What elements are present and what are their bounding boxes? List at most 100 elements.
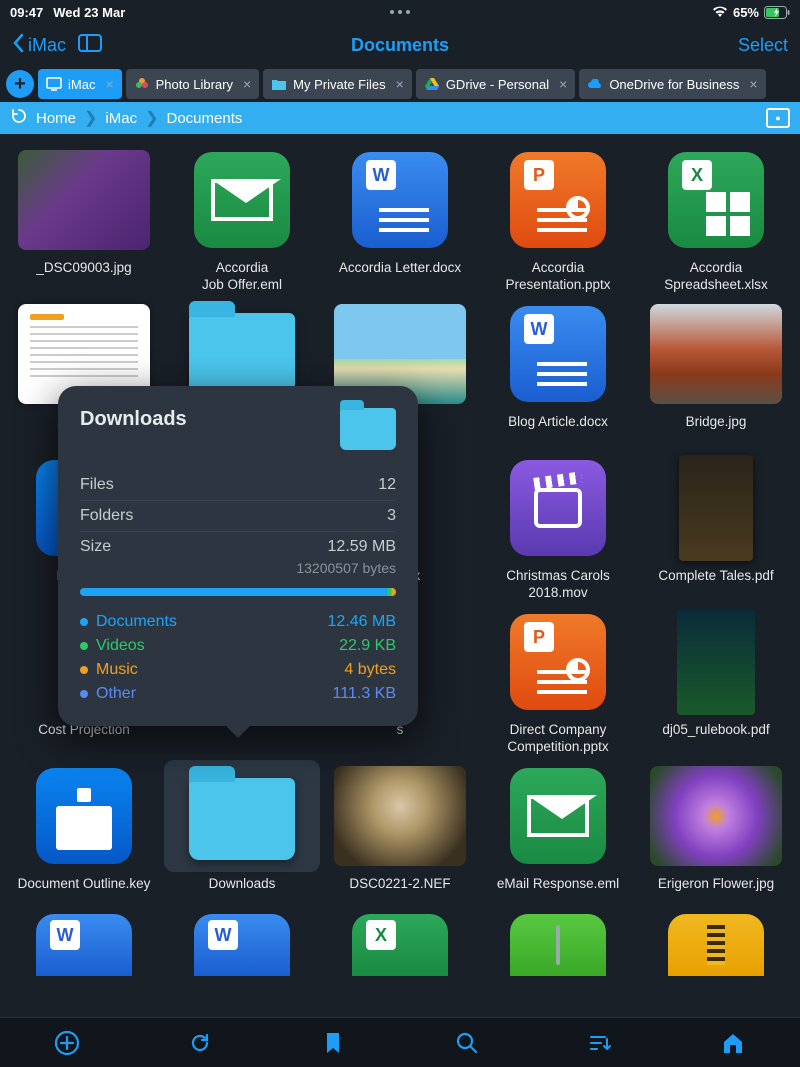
popover-bytes: 13200507 bytes [80, 560, 396, 576]
back-button[interactable]: iMac [12, 33, 66, 58]
tab-label: My Private Files [293, 77, 385, 92]
close-icon[interactable]: × [749, 76, 757, 92]
file-item[interactable]: W [164, 914, 320, 976]
chevron-right-icon: ❯ [84, 108, 97, 128]
file-label: DSC0221-2.NEF [345, 876, 454, 910]
word-icon: W [36, 914, 132, 976]
popover-title: Downloads [80, 408, 187, 431]
file-item[interactable]: Bridge.jpg [638, 298, 794, 448]
file-label: Cost Projection [34, 722, 134, 756]
image-thumbnail [334, 766, 466, 866]
file-item[interactable]: dj05_rulebook.pdf [638, 606, 794, 756]
search-button[interactable] [453, 1029, 481, 1057]
file-item[interactable]: P Direct CompanyCompetition.pptx [480, 606, 636, 756]
file-item[interactable]: W Accordia Letter.docx [322, 144, 478, 294]
tab-onedrive[interactable]: OneDrive for Business × [579, 69, 765, 99]
bookmark-button[interactable] [319, 1029, 347, 1057]
page-title: Documents [351, 35, 449, 56]
email-icon [510, 768, 606, 864]
back-label: iMac [28, 35, 66, 56]
select-button[interactable]: Select [738, 35, 788, 56]
tab-photo-library[interactable]: Photo Library × [126, 69, 260, 99]
tab-private-files[interactable]: My Private Files × [263, 69, 412, 99]
file-label: Blog Article.docx [504, 414, 612, 448]
pdf-thumbnail [677, 609, 755, 715]
chevron-right-icon: ❯ [145, 108, 158, 128]
file-label: eMail Response.eml [493, 876, 623, 910]
storage-bar [80, 588, 396, 596]
tab-gdrive[interactable]: GDrive - Personal × [416, 69, 576, 99]
file-item[interactable]: Erigeron Flower.jpg [638, 760, 794, 910]
tab-label: OneDrive for Business [609, 77, 739, 92]
breakdown-row: Music4 bytes [80, 658, 396, 682]
close-icon[interactable]: × [243, 76, 251, 92]
add-button[interactable] [53, 1029, 81, 1057]
bc-imac[interactable]: iMac [105, 110, 137, 127]
image-thumbnail [18, 150, 150, 250]
file-item-downloads[interactable]: Downloads [164, 760, 320, 910]
bottom-toolbar [0, 1017, 800, 1067]
tab-imac[interactable]: iMac × [38, 69, 122, 99]
popover-files-value: 12 [378, 476, 396, 494]
bc-documents[interactable]: Documents [167, 110, 243, 127]
close-icon[interactable]: × [396, 76, 404, 92]
powerpoint-icon: P [510, 614, 606, 710]
screenshare-icon[interactable]: ● [766, 108, 790, 128]
popover-files-label: Files [80, 476, 114, 494]
home-button[interactable] [719, 1029, 747, 1057]
close-icon[interactable]: × [559, 76, 567, 92]
file-item[interactable] [638, 914, 794, 976]
file-label: Christmas Carols2018.mov [502, 568, 614, 602]
pdf-thumbnail [679, 455, 753, 561]
file-item[interactable]: AccordiaJob Offer.eml [164, 144, 320, 294]
tab-label: GDrive - Personal [446, 77, 549, 92]
onedrive-icon [587, 76, 603, 92]
sort-button[interactable] [586, 1029, 614, 1057]
breakdown-row: Documents12.46 MB [80, 610, 396, 634]
file-item[interactable]: WBlog Article.docx [480, 298, 636, 448]
file-item[interactable]: eMail Response.eml [480, 760, 636, 910]
numbers-icon [510, 914, 606, 976]
file-label: AccordiaPresentation.pptx [501, 260, 614, 294]
tab-label: iMac [68, 77, 95, 92]
breakdown-row: Other111.3 KB [80, 682, 396, 706]
bc-home[interactable]: Home [36, 110, 76, 127]
file-label: Accordia Letter.docx [335, 260, 465, 294]
word-icon: W [352, 152, 448, 248]
status-time: 09:47 [10, 5, 43, 20]
popover-folders-label: Folders [80, 507, 133, 525]
breadcrumb: Home ❯ iMac ❯ Documents ● [0, 102, 800, 134]
file-item[interactable]: P AccordiaPresentation.pptx [480, 144, 636, 294]
file-item[interactable] [480, 914, 636, 976]
sidebar-toggle-icon[interactable] [78, 34, 102, 57]
file-label: AccordiaJob Offer.eml [198, 260, 286, 294]
popover-size-label: Size [80, 538, 111, 556]
file-item[interactable]: Christmas Carols2018.mov [480, 452, 636, 602]
archive-icon [668, 914, 764, 976]
close-icon[interactable]: × [105, 76, 113, 92]
history-icon[interactable] [10, 107, 28, 129]
email-icon [194, 152, 290, 248]
file-item[interactable]: Document Outline.key [6, 760, 162, 910]
folder-icon [189, 313, 295, 395]
file-item[interactable]: Complete Tales.pdf [638, 452, 794, 602]
file-item[interactable]: XAccordiaSpreadsheet.xlsx [638, 144, 794, 294]
file-item[interactable]: _DSC09003.jpg [6, 144, 162, 294]
file-item[interactable]: X [322, 914, 478, 976]
image-thumbnail [650, 304, 782, 404]
refresh-button[interactable] [186, 1029, 214, 1057]
monitor-icon [46, 76, 62, 92]
file-label: Direct CompanyCompetition.pptx [503, 722, 612, 756]
battery-icon [764, 6, 790, 19]
file-item[interactable]: W [6, 914, 162, 976]
add-tab-button[interactable]: + [6, 70, 34, 98]
file-label: Erigeron Flower.jpg [654, 876, 778, 910]
folder-info-popover: Downloads Files12 Folders3 Size12.59 MB … [58, 386, 418, 726]
keynote-icon [36, 768, 132, 864]
multitask-dots[interactable] [390, 10, 410, 14]
powerpoint-icon: P [510, 152, 606, 248]
file-label: Downloads [205, 876, 280, 910]
file-label: AccordiaSpreadsheet.xlsx [660, 260, 772, 294]
file-label: dj05_rulebook.pdf [658, 722, 773, 756]
file-item[interactable]: DSC0221-2.NEF [322, 760, 478, 910]
